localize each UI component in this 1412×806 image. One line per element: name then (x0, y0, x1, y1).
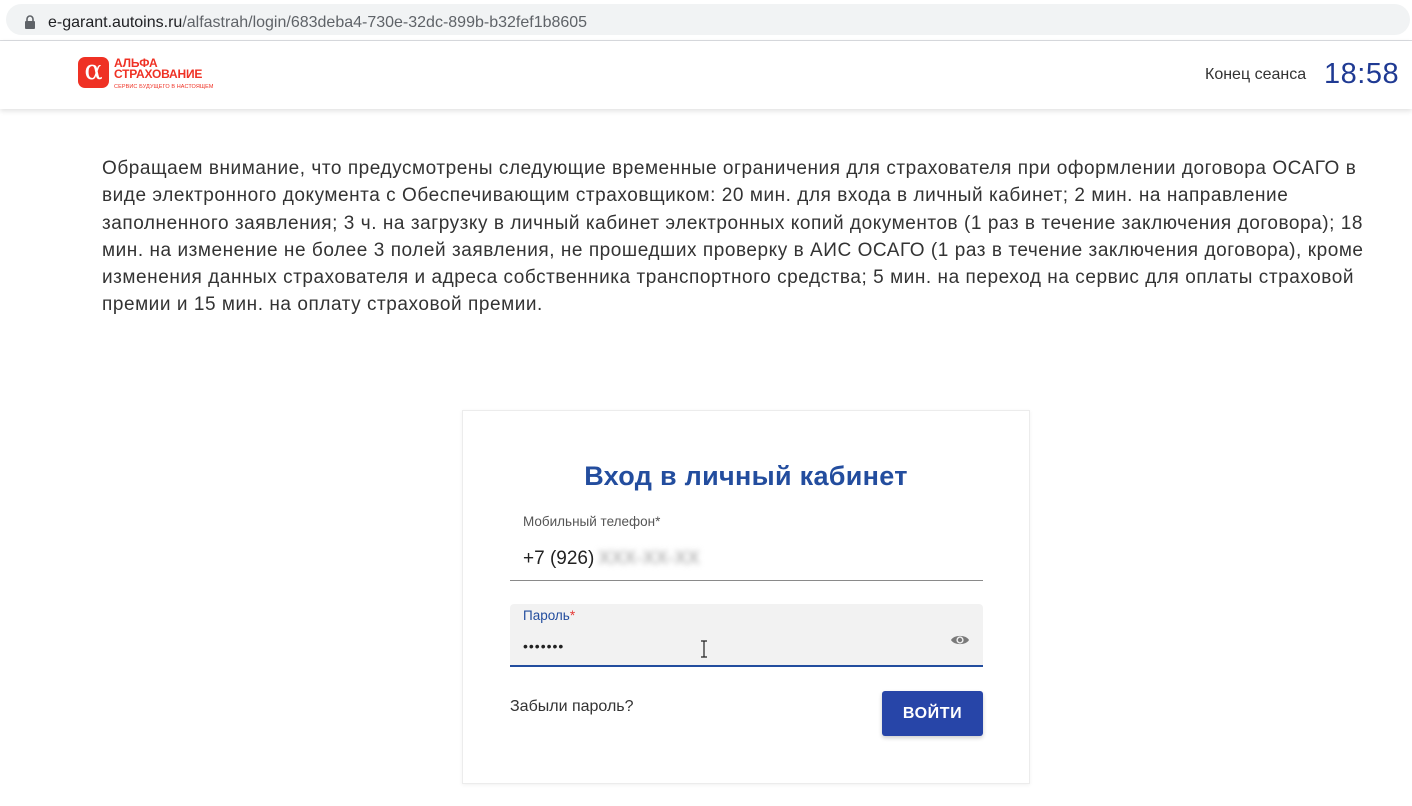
phone-input[interactable]: +7 (926) XXX-XX-XX (523, 548, 943, 570)
alpha-logo-icon: α (78, 57, 109, 88)
logo-slogan: СЕРВИС БУДУЩЕГО В НАСТОЯЩЕМ (114, 84, 214, 90)
eye-icon[interactable] (950, 633, 970, 647)
text-cursor-icon (701, 640, 707, 658)
phone-value-visible: +7 (926) (523, 548, 595, 569)
required-mark: * (569, 608, 576, 623)
login-button[interactable]: ВОЙТИ (882, 691, 983, 736)
url-field[interactable]: e-garant.autoins.ru/alfastrah/login/683d… (6, 4, 1410, 35)
phone-label: Мобильный телефон* (523, 514, 660, 529)
login-title: Вход в личный кабинет (584, 461, 908, 491)
lock-icon[interactable] (24, 15, 36, 29)
forgot-password-link[interactable]: Забыли пароль? (510, 698, 634, 716)
phone-field[interactable]: Мобильный телефон* +7 (926) XXX-XX-XX (510, 509, 983, 581)
browser-address-bar: e-garant.autoins.ru/alfastrah/login/683d… (0, 0, 1412, 41)
url-text[interactable]: e-garant.autoins.ru/alfastrah/login/683d… (48, 14, 587, 32)
phone-underline (510, 580, 983, 581)
url-path: /alfastrah/login/683deba4-730e-32dc-899b… (182, 14, 588, 31)
logo-name-line2: СТРАХОВАНИЕ (114, 67, 203, 81)
password-field[interactable]: Пароль* ••••••• (510, 604, 983, 667)
session-timer: 18:58 (1324, 58, 1400, 90)
session-end-label: Конец сеанса (1205, 66, 1307, 83)
password-underline (510, 665, 983, 667)
password-label: Пароль* (523, 608, 575, 623)
site-header: α АЛЬФА СТРАХОВАНИЕ СЕРВИС БУДУЩЕГО В НА… (0, 41, 1412, 109)
phone-label-text: Мобильный телефон (523, 514, 656, 529)
logo-name: АЛЬФА СТРАХОВАНИЕ (114, 57, 203, 81)
url-host: e-garant.autoins.ru (48, 14, 183, 31)
phone-value-blurred: XXX-XX-XX (598, 548, 700, 569)
time-limits-notice: Обращаем внимание, что предусмотрены сле… (102, 158, 1364, 316)
password-label-text: Пароль (523, 608, 570, 623)
password-input[interactable]: ••••••• (523, 638, 564, 654)
login-card: Вход в личный кабинет Мобильный телефон*… (462, 410, 1030, 784)
required-mark: * (655, 514, 661, 529)
alfastrakhovanie-logo[interactable]: α АЛЬФА СТРАХОВАНИЕ СЕРВИС БУДУЩЕГО В НА… (78, 57, 228, 95)
